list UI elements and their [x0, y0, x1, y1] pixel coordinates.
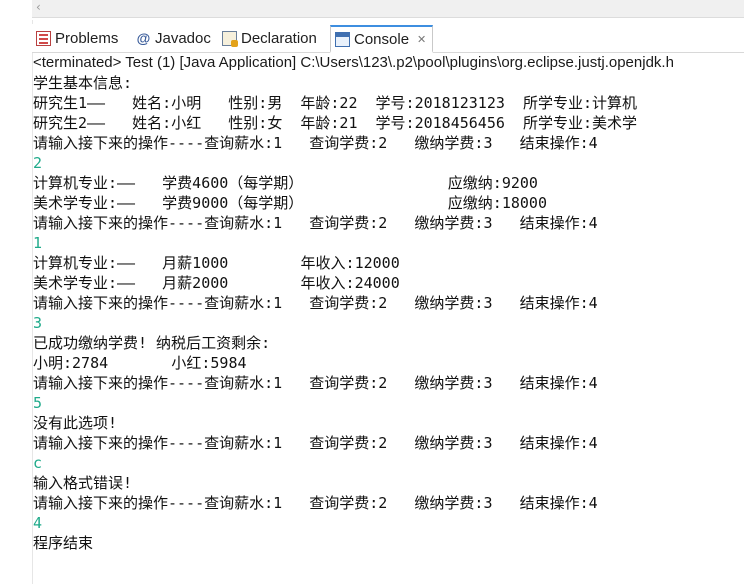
- console-output[interactable]: 学生基本信息: 研究生1—— 姓名:小明 性别:男 年龄:22 学号:201812…: [33, 73, 744, 584]
- console-output-line: 程序结束: [33, 534, 94, 552]
- console-output-line: 请输入接下来的操作----查询薪水:1 查询学费:2 缴纳学费:3 结束操作:4: [33, 434, 598, 452]
- close-icon[interactable]: ✕: [417, 33, 426, 46]
- console-output-line: 计算机专业:—— 月薪1000 年收入:12000: [33, 254, 400, 272]
- console-output-line: 请输入接下来的操作----查询薪水:1 查询学费:2 缴纳学费:3 结束操作:4: [33, 494, 598, 512]
- javadoc-icon: @: [136, 29, 151, 46]
- tab-problems[interactable]: Problems: [36, 25, 118, 51]
- console-output-line: 请输入接下来的操作----查询薪水:1 查询学费:2 缴纳学费:3 结束操作:4: [33, 134, 598, 152]
- scroll-left-arrow-icon[interactable]: ‹: [36, 0, 41, 14]
- console-output-line: 小明:2784 小红:5984: [33, 354, 247, 372]
- console-output-line: 计算机专业:—— 学费4600（每学期） 应缴纳:9200: [33, 174, 538, 192]
- console-input-line: 5: [33, 394, 43, 412]
- tab-declaration[interactable]: Declaration: [222, 25, 317, 51]
- left-gutter: [0, 20, 33, 584]
- tab-label: Problems: [55, 29, 119, 47]
- console-input-line: 3: [33, 314, 43, 332]
- console-output-line: 美术学专业:—— 月薪2000 年收入:24000: [33, 274, 400, 292]
- console-icon: [335, 31, 350, 47]
- view-tab-bar: Problems @ Javadoc Declaration Console ✕: [32, 24, 744, 53]
- scrollbar-track[interactable]: [32, 0, 744, 18]
- tab-label: Declaration: [241, 29, 317, 47]
- console-output-line: 请输入接下来的操作----查询薪水:1 查询学费:2 缴纳学费:3 结束操作:4: [33, 374, 598, 392]
- console-output-line: 没有此选项!: [33, 414, 118, 432]
- tab-javadoc[interactable]: @ Javadoc: [136, 25, 211, 51]
- console-output-line: 输入格式错误!: [33, 474, 133, 492]
- console-output-line: 研究生2—— 姓名:小红 性别:女 年龄:21 学号:2018456456 所学…: [33, 114, 637, 132]
- console-status-line: <terminated> Test (1) [Java Application]…: [33, 54, 674, 71]
- console-input-line: 4: [33, 514, 43, 532]
- tab-label: Console: [354, 30, 410, 48]
- console-output-line: 已成功缴纳学费! 纳税后工资剩余:: [33, 334, 271, 352]
- console-input-line: 1: [33, 234, 43, 252]
- problems-icon: [36, 30, 51, 46]
- console-output-line: 请输入接下来的操作----查询薪水:1 查询学费:2 缴纳学费:3 结束操作:4: [33, 294, 598, 312]
- console-output-line: 学生基本信息:: [33, 74, 133, 92]
- tab-console[interactable]: Console ✕: [330, 25, 434, 53]
- console-input-line: c: [33, 454, 43, 472]
- declaration-icon: [222, 30, 238, 47]
- console-output-line: 美术学专业:—— 学费9000（每学期） 应缴纳:18000: [33, 194, 547, 212]
- editor-horizontal-scrollbar[interactable]: ‹: [0, 0, 744, 20]
- tab-label: Javadoc: [155, 29, 211, 47]
- console-input-line: 2: [33, 154, 43, 172]
- console-output-line: 请输入接下来的操作----查询薪水:1 查询学费:2 缴纳学费:3 结束操作:4: [33, 214, 598, 232]
- console-output-line: 研究生1—— 姓名:小明 性别:男 年龄:22 学号:2018123123 所学…: [33, 94, 637, 112]
